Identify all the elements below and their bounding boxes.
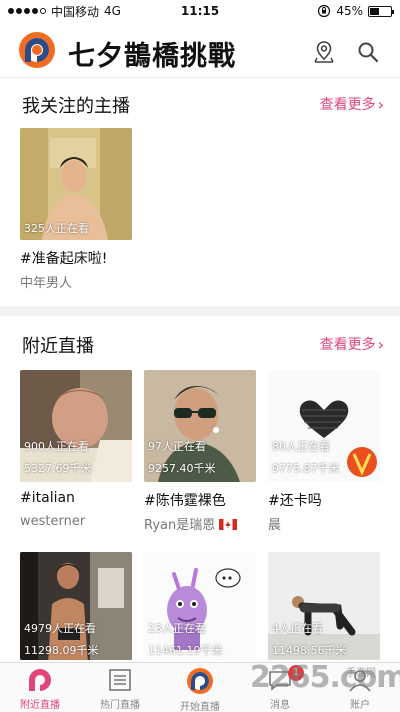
followed-section-header: 我关注的主播 查看更多 › (0, 92, 400, 122)
nearby-card[interactable]: 97人正在看 9257.40千米 #陈伟霆裸色 Ryan是瑞恩 (144, 370, 256, 534)
watermark: 2265.com (250, 660, 400, 695)
battery-icon (368, 5, 394, 17)
canada-flag-icon (219, 519, 238, 530)
distance: 11298.09千米 (24, 644, 99, 657)
stream-title: #italian (20, 490, 75, 506)
viewer-count: 4979人正在看 (24, 622, 96, 635)
viewer-count: 900人正在看 (24, 440, 89, 453)
nearby-card[interactable]: 4979人正在看 11298.09千米 (20, 552, 132, 660)
list-icon (109, 669, 131, 691)
chevron-right-icon: › (377, 334, 384, 354)
nearby-section-header: 附近直播 查看更多 › (0, 332, 400, 362)
tab-label: 消息 (270, 700, 290, 711)
stream-title: #准备起床啦! (20, 251, 108, 267)
nearby-card[interactable]: 80人正在看 9775.87千米 #还卡吗 晨 (268, 370, 380, 534)
broadcast-icon (187, 668, 213, 694)
nearby-card[interactable]: 4人正在看 11498.56千米 (268, 552, 380, 660)
viewer-count: 325人正在看 (24, 222, 89, 235)
nearby-card[interactable]: 900人正在看 5327.69千米 #italian westerner (20, 370, 132, 534)
tab-label: 附近直播 (20, 700, 60, 711)
followed-more-link[interactable]: 查看更多 › (320, 94, 384, 114)
more-link-label: 查看更多 (319, 97, 376, 113)
tab-label: 开始直播 (180, 702, 220, 712)
stream-title: #陈伟霆裸色 (144, 493, 226, 509)
page-title: 七夕鵲橋挑戰 (68, 41, 236, 72)
distance: 5327.69千米 (24, 462, 92, 475)
section-divider (0, 306, 400, 316)
watermark-sub: 手游网 (346, 668, 376, 679)
viewer-count: 23人正在看 (148, 622, 206, 635)
tab-start-live[interactable]: 开始直播 (160, 667, 240, 712)
app-header: 七夕鵲橋挑戰 (0, 22, 400, 78)
p-logo-icon (29, 669, 51, 691)
tab-label: 账户 (350, 700, 370, 711)
streamer-name-text: Ryan是瑞恩 (144, 518, 216, 533)
section-title-followed: 我关注的主播 (22, 96, 130, 117)
battery-percent: 45% (336, 4, 363, 18)
viewer-count: 80人正在看 (272, 440, 330, 453)
streamer-name: 中年男人 (20, 276, 73, 291)
stream-title: #还卡吗 (268, 493, 322, 509)
distance: 11461.19千米 (148, 644, 223, 657)
location-icon[interactable] (312, 40, 336, 64)
viewer-count: 4人正在看 (272, 622, 323, 635)
section-title-nearby: 附近直播 (22, 336, 94, 357)
rotation-lock-icon (318, 4, 331, 18)
tab-popular-live[interactable]: 热门直播 (80, 667, 160, 711)
followed-card[interactable]: 325人正在看 #准备起床啦! 中年男人 (20, 128, 132, 291)
status-right: 45% (317, 4, 394, 18)
streamer-name: Ryan是瑞恩 (144, 514, 238, 533)
tab-label: 热门直播 (100, 700, 140, 711)
tab-nearby-live[interactable]: 附近直播 (0, 667, 80, 711)
nearby-card[interactable]: 23人正在看 11461.19千米 (144, 552, 256, 660)
app-logo-icon (19, 32, 55, 68)
streamer-name: westerner (20, 514, 86, 529)
streamer-name: 晨 (268, 518, 282, 533)
search-icon[interactable] (356, 40, 380, 64)
viewer-count: 97人正在看 (148, 440, 206, 453)
distance: 9257.40千米 (148, 462, 216, 475)
nearby-more-link[interactable]: 查看更多 › (320, 334, 384, 354)
distance: 9775.87千米 (272, 462, 340, 475)
more-link-label: 查看更多 (319, 337, 376, 353)
chevron-right-icon: › (377, 94, 384, 114)
distance: 11498.56千米 (272, 644, 347, 657)
status-bar: 中国移动 4G 11:15 45% (0, 0, 400, 22)
